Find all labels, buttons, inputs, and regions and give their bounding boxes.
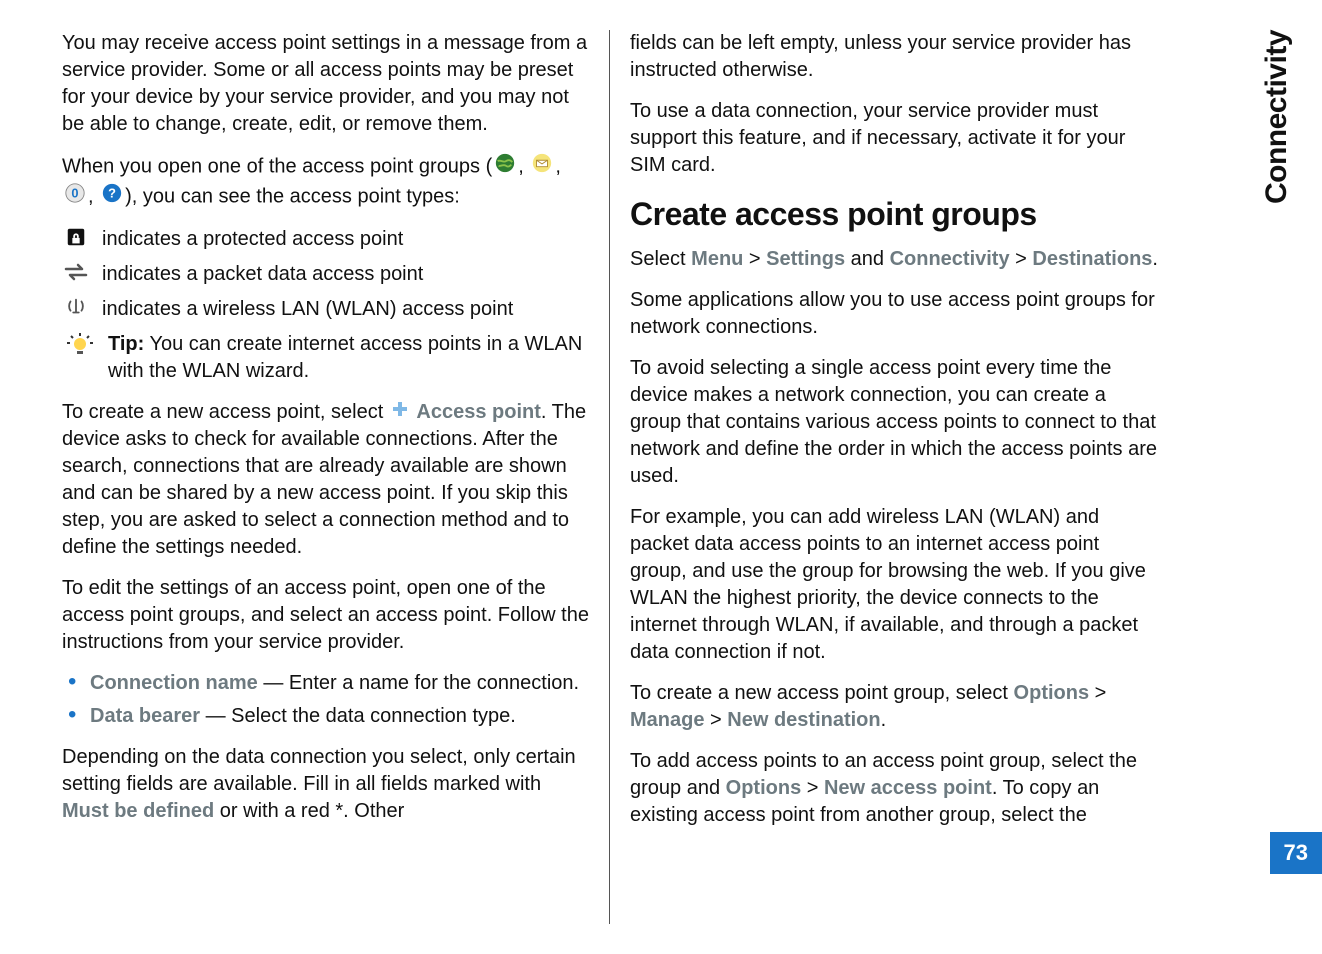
access-point-label: Access point — [416, 401, 540, 423]
text: > — [801, 777, 824, 799]
text: , — [518, 155, 529, 177]
indicator-row: indicates a wireless LAN (WLAN) access p… — [62, 296, 589, 323]
text: > — [704, 709, 727, 731]
svg-text:0: 0 — [71, 186, 78, 201]
connectivity-label: Connectivity — [890, 248, 1010, 270]
question-icon: ? — [101, 182, 123, 212]
text: > — [743, 248, 766, 270]
settings-list: Connection name — Enter a name for the c… — [62, 670, 589, 730]
nav-path: Select Menu > Settings and Connectivity … — [630, 246, 1158, 273]
page-number: 73 — [1270, 832, 1322, 874]
text: . — [881, 709, 887, 731]
globe-icon — [494, 152, 516, 182]
text: Depending on the data connection you sel… — [62, 746, 576, 795]
left-column: You may receive access point settings in… — [50, 30, 610, 924]
text: To create a new access point group, sele… — [630, 682, 1014, 704]
tip-label: Tip: — [108, 333, 144, 355]
list-item: Data bearer — Select the data connection… — [62, 703, 589, 730]
destinations-label: Destinations — [1032, 248, 1152, 270]
plus-icon — [391, 399, 409, 426]
text: ), you can see the access point types: — [125, 185, 460, 207]
text: > — [1010, 248, 1033, 270]
paragraph: fields can be left empty, unless your se… — [630, 30, 1158, 84]
section-heading: Create access point groups — [630, 193, 1158, 236]
setting-label: Connection name — [90, 672, 258, 694]
indicator-text: indicates a packet data access point — [102, 261, 589, 288]
paragraph: To create a new access point group, sele… — [630, 680, 1158, 734]
text: To create a new access point, select — [62, 401, 389, 423]
chapter-title: Connectivity — [1260, 30, 1294, 204]
text: When you open one of the access point gr… — [62, 155, 492, 177]
wlan-antenna-icon — [62, 296, 90, 318]
right-column: fields can be left empty, unless your se… — [610, 30, 1170, 924]
text: or with a red *. Other — [214, 800, 404, 822]
indicator-row: indicates a protected access point — [62, 226, 589, 253]
paragraph: Some applications allow you to use acces… — [630, 287, 1158, 341]
paragraph: For example, you can add wireless LAN (W… — [630, 504, 1158, 666]
list-item: Connection name — Enter a name for the c… — [62, 670, 589, 697]
new-access-point-label: New access point — [824, 777, 992, 799]
menu-label: Menu — [691, 248, 743, 270]
indicator-text: indicates a protected access point — [102, 226, 589, 253]
tip-block: Tip: You can create internet access poin… — [62, 331, 589, 385]
paragraph: To edit the settings of an access point,… — [62, 575, 589, 656]
paragraph: You may receive access point settings in… — [62, 30, 589, 138]
svg-text:?: ? — [108, 186, 116, 201]
text: You can create internet access points in… — [108, 333, 582, 382]
paragraph: To avoid selecting a single access point… — [630, 355, 1158, 490]
side-tab: Connectivity 73 — [1232, 0, 1322, 954]
zero-icon: 0 — [64, 182, 86, 212]
new-destination-label: New destination — [727, 709, 880, 731]
indicator-text: indicates a wireless LAN (WLAN) access p… — [102, 296, 589, 323]
setting-label: Data bearer — [90, 705, 200, 727]
must-be-defined-label: Must be defined — [62, 800, 214, 822]
text: . The device asks to check for available… — [62, 401, 586, 558]
options-label: Options — [726, 777, 802, 799]
paragraph: To create a new access point, select Acc… — [62, 399, 589, 561]
paragraph: To use a data connection, your service p… — [630, 98, 1158, 179]
indicator-row: indicates a packet data access point — [62, 261, 589, 288]
text: and — [845, 248, 889, 270]
page-content: You may receive access point settings in… — [0, 0, 1322, 954]
settings-label: Settings — [766, 248, 845, 270]
lock-square-icon — [62, 226, 90, 248]
options-label: Options — [1014, 682, 1090, 704]
text: — Enter a name for the connection. — [258, 672, 579, 694]
packet-arrows-icon — [62, 261, 90, 283]
text: , — [88, 185, 99, 207]
envelope-icon — [531, 152, 553, 182]
tip-text: Tip: You can create internet access poin… — [108, 331, 589, 385]
text: Select — [630, 248, 691, 270]
paragraph: To add access points to an access point … — [630, 748, 1158, 829]
paragraph: Depending on the data connection you sel… — [62, 744, 589, 825]
lightbulb-icon — [62, 331, 98, 361]
text: , — [555, 155, 561, 177]
manage-label: Manage — [630, 709, 704, 731]
text: . — [1152, 248, 1158, 270]
paragraph: When you open one of the access point gr… — [62, 152, 589, 212]
text: > — [1089, 682, 1106, 704]
text: — Select the data connection type. — [200, 705, 516, 727]
